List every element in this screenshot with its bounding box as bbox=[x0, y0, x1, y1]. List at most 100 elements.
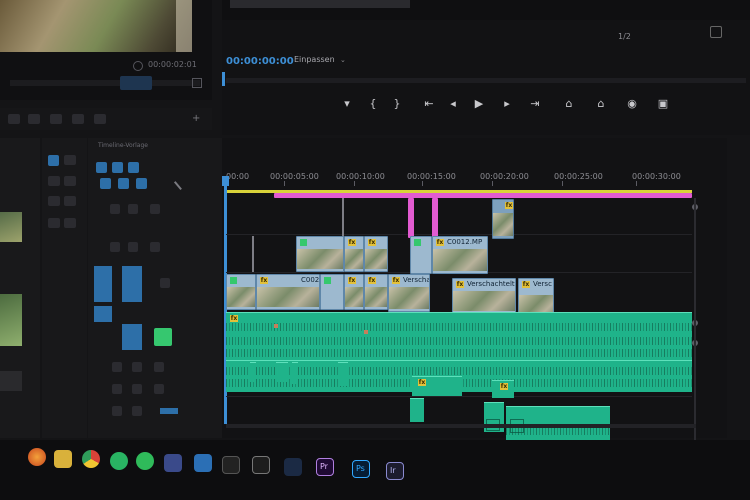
mute-icon[interactable] bbox=[132, 362, 142, 372]
toggle-icon[interactable] bbox=[136, 178, 147, 189]
audio-clip[interactable]: fx bbox=[412, 376, 462, 396]
firefox-icon[interactable] bbox=[28, 448, 46, 466]
lift-icon[interactable]: ⌂ bbox=[562, 96, 576, 112]
step-forward-icon[interactable]: ▸ bbox=[500, 96, 514, 112]
video-clip[interactable]: fx bbox=[344, 236, 364, 272]
ripple-tool-icon[interactable] bbox=[48, 176, 60, 186]
go-to-in-icon[interactable]: ⇤ bbox=[422, 96, 436, 112]
fit-dropdown[interactable]: Einpassen bbox=[294, 55, 335, 64]
selection-tool-icon[interactable] bbox=[48, 155, 59, 166]
mute-icon[interactable] bbox=[112, 362, 122, 372]
track-lock-icon[interactable] bbox=[110, 242, 120, 252]
track-lock-icon[interactable] bbox=[110, 204, 120, 214]
linked-selection-icon[interactable] bbox=[112, 162, 123, 173]
illustrator-icon[interactable]: Ir bbox=[386, 462, 404, 480]
audio-clip[interactable] bbox=[250, 362, 256, 382]
play-icon[interactable]: ▶ bbox=[472, 96, 486, 112]
audio-clip[interactable] bbox=[338, 362, 348, 386]
mute-icon[interactable] bbox=[132, 406, 142, 416]
nested-sequence-clip[interactable]: fx Verschachtelt bbox=[452, 278, 516, 314]
time-ruler[interactable]: 00:00 00:00:05:00 00:00:10:00 00:00:15:0… bbox=[226, 166, 696, 192]
mute-icon[interactable] bbox=[154, 362, 164, 372]
pink-adjustment-clip[interactable] bbox=[408, 198, 414, 238]
track-eye-icon[interactable] bbox=[150, 204, 160, 214]
export-frame-icon[interactable]: ◉ bbox=[625, 96, 639, 112]
project-thumb[interactable] bbox=[0, 294, 22, 346]
control-icon[interactable] bbox=[28, 114, 40, 124]
video-clip[interactable]: fx bbox=[364, 236, 388, 272]
add-button-icon[interactable]: + bbox=[192, 114, 200, 124]
unity-icon[interactable] bbox=[252, 456, 270, 474]
video-clip[interactable] bbox=[226, 274, 256, 310]
mark-out-icon[interactable]: } bbox=[390, 96, 404, 112]
video-clip[interactable] bbox=[410, 236, 432, 274]
project-thumb[interactable] bbox=[0, 371, 22, 391]
video-clip[interactable]: fx bbox=[364, 274, 388, 310]
video-clip-c0024[interactable]: fx C0024 bbox=[256, 274, 320, 310]
sequence-tab[interactable]: Timeline-Vorlage bbox=[98, 142, 148, 149]
mute-icon[interactable] bbox=[154, 384, 164, 394]
marker-icon[interactable]: ▾ bbox=[340, 96, 354, 112]
program-playhead[interactable] bbox=[222, 72, 225, 86]
project-thumb[interactable] bbox=[0, 212, 22, 242]
solo-toggle[interactable] bbox=[154, 328, 172, 346]
pink-adjustment-clip[interactable] bbox=[274, 193, 692, 198]
audio-clip[interactable] bbox=[276, 362, 288, 382]
audio-clip[interactable]: fx bbox=[226, 312, 692, 360]
track-sync-icon[interactable] bbox=[128, 204, 138, 214]
source-playhead[interactable] bbox=[120, 76, 152, 90]
video-clip-c0012[interactable]: fx C0012.MP bbox=[432, 236, 488, 274]
audio-clip[interactable] bbox=[292, 362, 298, 384]
mute-icon[interactable] bbox=[132, 384, 142, 394]
razor-tool-icon[interactable] bbox=[64, 176, 76, 186]
clipchamp-icon[interactable] bbox=[164, 454, 182, 472]
mute-icon[interactable] bbox=[112, 406, 122, 416]
audio-clip[interactable] bbox=[410, 398, 424, 422]
premiere-pro-icon[interactable]: Pr bbox=[316, 458, 334, 476]
extract-icon[interactable]: ⌂ bbox=[594, 96, 608, 112]
control-icon[interactable] bbox=[8, 114, 20, 124]
snap-icon[interactable] bbox=[96, 162, 107, 173]
control-icon[interactable] bbox=[72, 114, 84, 124]
hand-tool-icon[interactable] bbox=[48, 218, 60, 228]
terminal-icon[interactable] bbox=[222, 456, 240, 474]
chevron-down-icon[interactable]: ⌄ bbox=[340, 56, 346, 64]
video-clip[interactable] bbox=[320, 274, 344, 310]
video-clip[interactable]: fx bbox=[492, 199, 514, 239]
v1-target[interactable] bbox=[122, 266, 142, 302]
photoshop-icon[interactable]: Ps bbox=[352, 460, 370, 478]
master-volume-indicator[interactable] bbox=[160, 408, 178, 414]
a1-source-patch[interactable] bbox=[94, 306, 112, 322]
type-tool-icon[interactable] bbox=[64, 218, 76, 228]
pink-adjustment-clip[interactable] bbox=[432, 198, 438, 238]
spotify-icon[interactable] bbox=[110, 452, 128, 470]
store-icon[interactable] bbox=[194, 454, 212, 472]
wrench-icon[interactable] bbox=[173, 175, 189, 191]
source-zoom-icon[interactable] bbox=[133, 61, 143, 71]
track-sync-icon[interactable] bbox=[128, 242, 138, 252]
slip-tool-icon[interactable] bbox=[48, 196, 60, 206]
steam-icon[interactable] bbox=[284, 458, 302, 476]
a1-target[interactable] bbox=[122, 324, 142, 350]
track-eye-icon[interactable] bbox=[150, 242, 160, 252]
control-icon[interactable] bbox=[94, 114, 106, 124]
v1-source-patch[interactable] bbox=[94, 266, 112, 302]
chrome-icon[interactable] bbox=[82, 450, 100, 468]
program-wrench-icon[interactable] bbox=[710, 26, 722, 38]
add-marker-icon[interactable] bbox=[128, 162, 139, 173]
mark-in-icon[interactable]: { bbox=[366, 96, 380, 112]
pen-tool-icon[interactable] bbox=[64, 196, 76, 206]
program-scrubber[interactable] bbox=[226, 78, 746, 83]
track-eye-icon[interactable] bbox=[160, 278, 170, 288]
horizontal-scrollbar[interactable] bbox=[226, 424, 696, 428]
whatsapp-icon[interactable] bbox=[136, 452, 154, 470]
captions-icon[interactable] bbox=[118, 178, 129, 189]
video-clip[interactable]: fx bbox=[344, 274, 364, 310]
video-clip[interactable] bbox=[296, 236, 344, 272]
playhead-handle[interactable] bbox=[222, 176, 229, 186]
resolution-fraction[interactable]: 1/2 bbox=[618, 32, 631, 41]
mute-icon[interactable] bbox=[112, 384, 122, 394]
step-back-icon[interactable]: ◂ bbox=[446, 96, 460, 112]
source-wrench-icon[interactable] bbox=[192, 78, 202, 88]
nested-sequence-clip[interactable]: fx Verschacht bbox=[388, 274, 430, 312]
